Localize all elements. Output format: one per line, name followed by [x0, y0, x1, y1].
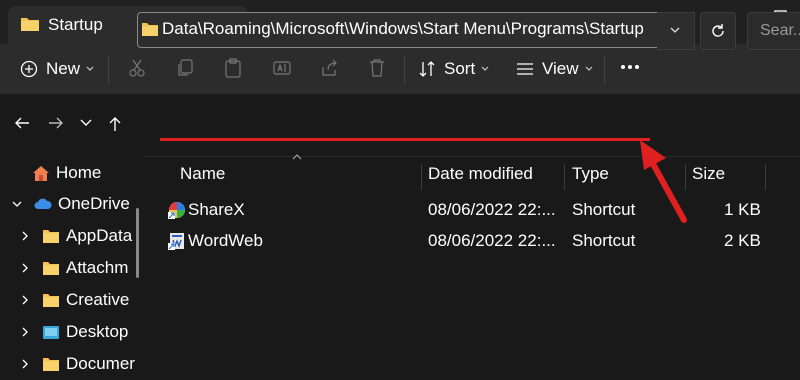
folder-icon — [42, 357, 60, 372]
folder-icon — [141, 22, 159, 37]
view-label: View — [542, 59, 579, 78]
sidebar-item-label: Creative — [66, 290, 130, 309]
chevron-right-icon[interactable] — [18, 263, 32, 273]
sidebar-item-label: Documer — [66, 354, 135, 373]
sort-button[interactable]: Sort — [418, 44, 489, 94]
sort-icon — [418, 60, 436, 78]
sidebar-item-label: OneDrive — [58, 194, 130, 213]
table-row[interactable]: WordWeb 08/06/2022 22:... Shortcut 2 KB — [148, 226, 800, 256]
chevron-down-icon — [585, 66, 593, 72]
sidebar-scrollbar[interactable] — [136, 208, 139, 278]
view-button[interactable]: View — [516, 44, 593, 94]
toolbar-divider — [108, 56, 109, 84]
new-label: New — [46, 59, 81, 78]
cloud-icon — [34, 198, 52, 210]
column-header-name[interactable]: Name — [180, 164, 225, 184]
chevron-down-icon[interactable] — [10, 201, 24, 208]
column-divider[interactable] — [765, 164, 766, 190]
search-placeholder: Sear... — [760, 22, 800, 39]
new-button[interactable]: New — [20, 44, 94, 94]
sidebar-item-documents[interactable]: Documer — [18, 349, 135, 379]
delete-icon[interactable] — [368, 58, 386, 78]
file-date: 08/06/2022 22:... — [428, 231, 556, 250]
column-header-size[interactable]: Size — [692, 164, 725, 184]
column-divider[interactable] — [564, 164, 565, 190]
address-path: Data\Roaming\Microsoft\Windows\Start Men… — [162, 19, 644, 38]
column-header-type[interactable]: Type — [572, 164, 609, 184]
sidebar-item-label: Desktop — [66, 322, 129, 341]
file-type: Shortcut — [572, 231, 636, 250]
ellipsis-icon[interactable] — [620, 64, 640, 70]
file-type: Shortcut — [572, 200, 636, 219]
chevron-right-icon[interactable] — [18, 295, 32, 305]
back-icon[interactable] — [14, 116, 30, 130]
paste-icon[interactable] — [224, 58, 242, 78]
sidebar-item-desktop[interactable]: Desktop — [18, 317, 128, 347]
chevron-down-icon — [481, 66, 489, 72]
sidebar-item-appdata[interactable]: AppData — [18, 221, 132, 251]
file-date: 08/06/2022 22:... — [428, 200, 556, 219]
home-icon — [32, 165, 50, 182]
refresh-button[interactable] — [700, 12, 736, 50]
column-divider[interactable] — [685, 164, 686, 190]
column-header-date[interactable]: Date modified — [428, 164, 533, 184]
sidebar-item-attachments[interactable]: Attachm — [18, 253, 128, 283]
file-size: 1 KB — [724, 200, 761, 219]
desktop-icon — [42, 325, 60, 340]
navigation-pane: Home OneDrive AppData Attachm Creative D… — [0, 156, 145, 380]
file-list: Name Date modified Type Size ShareX 08/0… — [148, 154, 800, 380]
sidebar-item-onedrive[interactable]: OneDrive — [10, 189, 130, 219]
chevron-down-icon — [86, 66, 94, 72]
sidebar-item-label: Home — [56, 163, 102, 182]
sharex-shortcut-icon — [168, 201, 186, 219]
command-bar: New Sort View — [0, 44, 800, 94]
chevron-right-icon[interactable] — [18, 231, 32, 241]
plus-circle-icon — [20, 60, 38, 78]
chevron-right-icon[interactable] — [18, 327, 32, 337]
tab-title: Startup — [48, 15, 103, 34]
folder-icon — [42, 261, 60, 276]
copy-icon[interactable] — [176, 58, 194, 78]
address-bar[interactable]: Data\Roaming\Microsoft\Windows\Start Men… — [137, 12, 659, 48]
file-name: ShareX — [188, 200, 245, 219]
chevron-down-icon — [670, 27, 680, 34]
file-size: 2 KB — [724, 231, 761, 250]
annotation-underline — [160, 138, 650, 141]
toolbar-divider — [604, 56, 605, 84]
sort-label: Sort — [444, 59, 476, 78]
refresh-icon — [710, 23, 726, 39]
search-box[interactable]: Sear... — [747, 12, 800, 50]
folder-icon — [42, 293, 60, 308]
sidebar-item-creative[interactable]: Creative — [18, 285, 129, 315]
share-icon[interactable] — [320, 58, 340, 78]
sort-ascending-icon — [292, 154, 302, 160]
sidebar-item-label: Attachm — [66, 258, 129, 277]
toolbar-divider — [404, 56, 405, 84]
address-dropdown-button[interactable] — [657, 12, 695, 50]
up-icon[interactable] — [108, 116, 122, 132]
folder-icon — [20, 16, 40, 32]
rename-icon[interactable] — [272, 58, 292, 78]
chevron-right-icon[interactable] — [18, 359, 32, 369]
sidebar-item-home[interactable]: Home — [18, 158, 101, 188]
column-divider[interactable] — [421, 164, 422, 190]
file-name: WordWeb — [188, 231, 263, 250]
recent-chevron-down-icon[interactable] — [80, 119, 92, 127]
forward-icon[interactable] — [48, 116, 64, 130]
folder-icon — [42, 229, 60, 244]
wordweb-shortcut-icon — [168, 232, 186, 250]
sidebar-item-label: AppData — [66, 226, 133, 245]
table-row[interactable]: ShareX 08/06/2022 22:... Shortcut 1 KB — [148, 195, 800, 225]
view-icon — [516, 62, 534, 76]
cut-icon[interactable] — [128, 58, 146, 78]
